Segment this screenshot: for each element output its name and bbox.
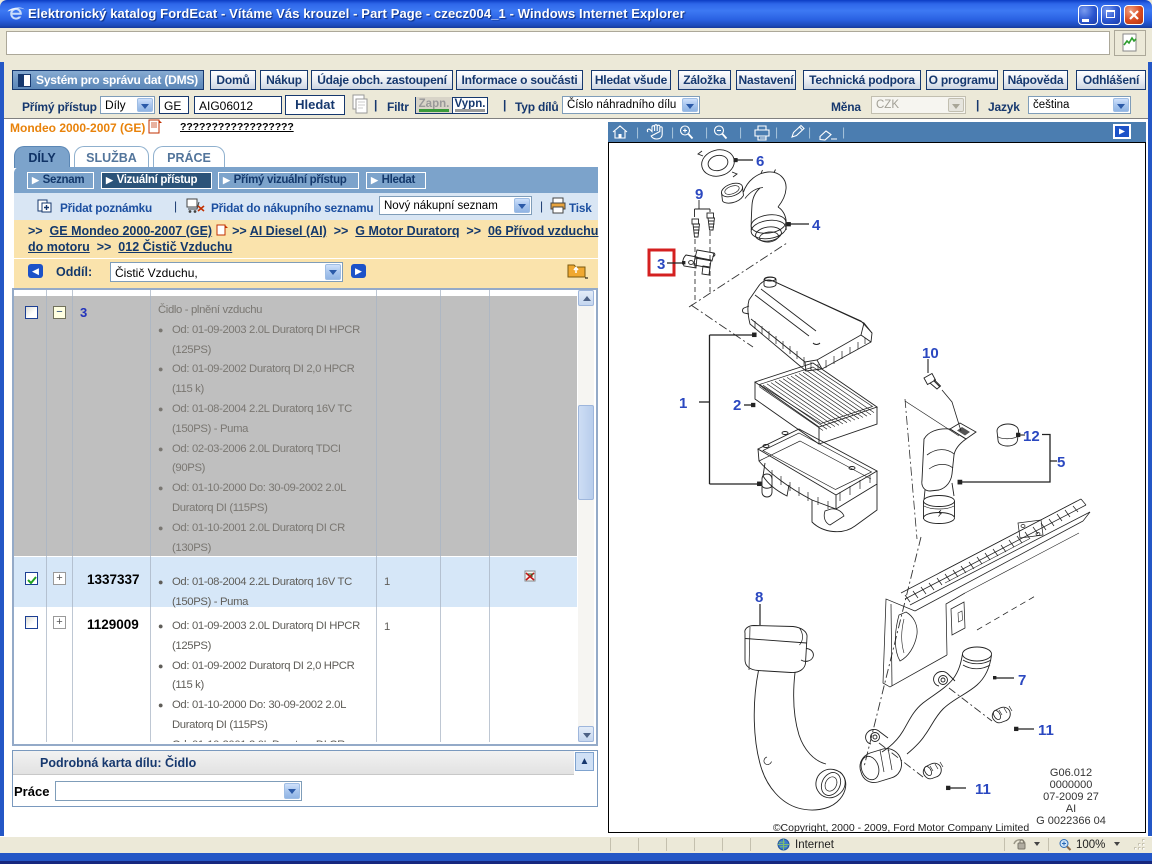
svg-text:07-2009 27: 07-2009 27 xyxy=(1043,791,1099,803)
svg-text:©Copyright, 2000 - 2009, Ford: ©Copyright, 2000 - 2009, Ford Motor Comp… xyxy=(773,822,1030,832)
svg-text:|: | xyxy=(636,125,639,139)
svg-text:5: 5 xyxy=(1057,454,1065,471)
svg-text:|: | xyxy=(739,125,742,139)
svg-text:|: | xyxy=(808,125,811,139)
svg-text:|: | xyxy=(671,125,674,139)
svg-text:G 0022366 04: G 0022366 04 xyxy=(1036,815,1106,827)
svg-text:2: 2 xyxy=(733,397,741,414)
svg-text:12: 12 xyxy=(1023,428,1040,445)
svg-text:6: 6 xyxy=(756,153,764,170)
svg-text:|: | xyxy=(775,125,778,139)
svg-text:4: 4 xyxy=(812,217,821,234)
svg-text:1: 1 xyxy=(679,395,687,412)
svg-text:0000000: 0000000 xyxy=(1050,779,1093,791)
svg-text:G06.012: G06.012 xyxy=(1050,767,1092,779)
svg-text:11: 11 xyxy=(1038,722,1054,739)
svg-text:|: | xyxy=(842,125,845,139)
svg-text:11: 11 xyxy=(975,781,991,798)
svg-text:7: 7 xyxy=(1018,672,1026,689)
svg-text:9: 9 xyxy=(695,186,703,203)
svg-text:3: 3 xyxy=(657,256,665,273)
svg-text:8: 8 xyxy=(755,589,763,606)
svg-text:AI: AI xyxy=(1066,803,1076,815)
svg-text:10: 10 xyxy=(922,345,939,362)
svg-text:|: | xyxy=(705,125,708,139)
